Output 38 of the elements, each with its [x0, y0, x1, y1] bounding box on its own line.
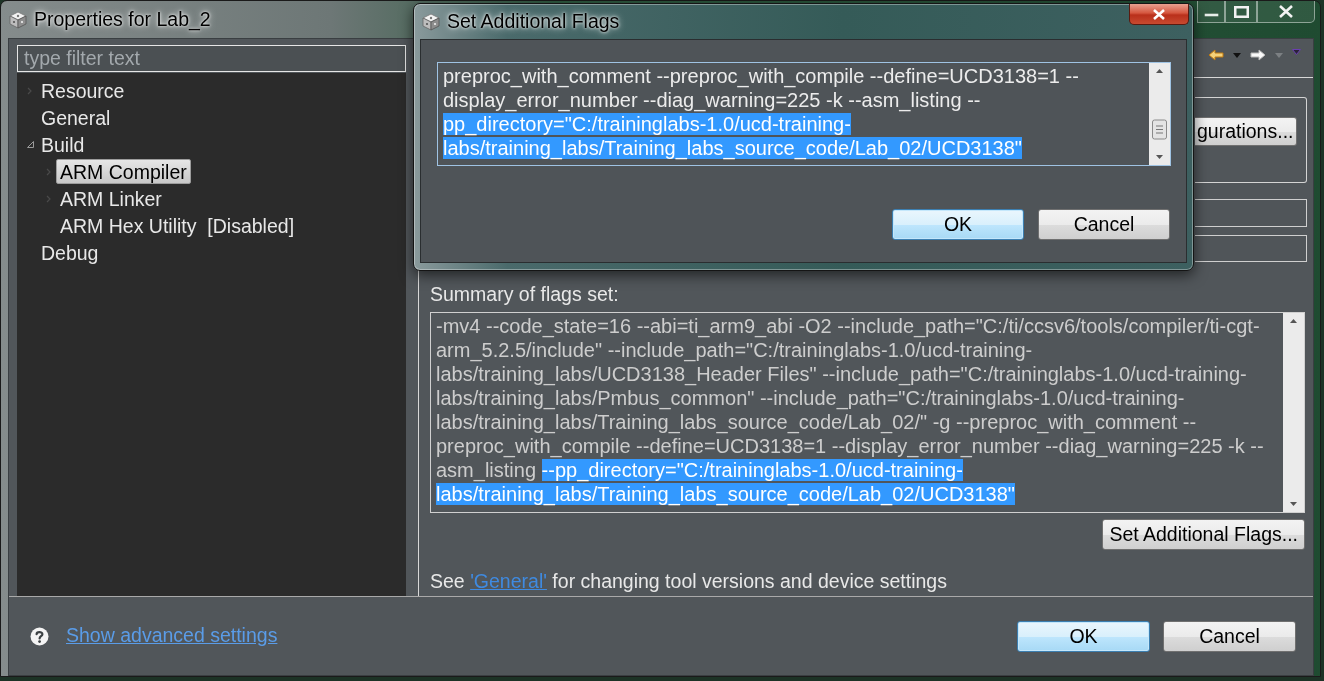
set-additional-flags-button[interactable]: Set Additional Flags... [1102, 518, 1305, 550]
tree-item[interactable]: General [37, 105, 115, 130]
close-icon [1153, 8, 1165, 20]
minimize-icon [1203, 13, 1219, 17]
tree-item[interactable]: Resource [37, 78, 129, 103]
help-icon[interactable] [30, 626, 49, 646]
close-icon [1279, 5, 1293, 18]
dialog-title: Set Additional Flags [447, 8, 620, 34]
input-field[interactable] [1195, 198, 1307, 227]
ok-button[interactable]: OK [892, 209, 1024, 240]
cancel-button[interactable]: Cancel [1163, 620, 1296, 652]
tree-item[interactable]: ARM Compiler [56, 159, 191, 184]
tree-item[interactable]: Build [37, 132, 89, 157]
cube-icon [9, 10, 27, 29]
close-button[interactable] [1129, 4, 1189, 25]
maximize-button[interactable] [1225, 1, 1257, 23]
ok-button[interactable]: OK [1017, 620, 1150, 652]
dropdown-caret-icon[interactable] [1233, 53, 1241, 58]
filter-field[interactable]: type filter text [17, 45, 406, 72]
minimize-button[interactable] [1197, 1, 1225, 23]
flags-input-field[interactable]: preproc_with_comment --preproc_with_compile --define=UCD3138=1 --display_error_number --diag_warning=225 -k --asm_listing -- pp_directory="C:/traininglabs-1.0/ucd-training-labs/training_labs/Training_labs_source_code/Lab_02/UCD3138" [437, 62, 1171, 166]
input-field[interactable] [1195, 234, 1307, 262]
tree-item[interactable]: ARM Linker [56, 186, 166, 211]
right-arrow-icon[interactable] [1250, 49, 1266, 61]
settings-note: See 'General' for changing tool versions and device settings [430, 568, 947, 594]
summary-label: Summary of flags set: [430, 282, 619, 305]
window-title: Properties for Lab_2 [34, 6, 211, 33]
maximize-icon [1233, 5, 1249, 18]
left-arrow-icon[interactable] [1208, 49, 1224, 61]
expanded-triangle-icon[interactable] [27, 141, 34, 148]
cube-icon [422, 12, 440, 31]
flags-summary-field[interactable]: -mv4 --code_state=16 --abi=ti_arm9_abi -O2 --include_path="C:/ti/ccsv6/tools/compiler/ti-cgt-arm_5.2.5/include" --include_path="C:/traininglabs-1.0/ucd-training-labs/training_labs/UCD3138_Header Files" --include_path="C:/traininglabs-1.0/ucd-training-labs/training_labs/Pmbus_common" --include_path="C:/traininglabs-1.0/ucd-training-labs/training_labs/Training_labs_source_code/Lab_02/" -g --preproc_with_comment --preproc_with_compile --define=UCD3138=1 --display_error_number --diag_warning=225 -k --asm_listing --pp_directory="C:/traininglabs-1.0/ucd-training-labs/training_labs/Training_labs_source_code/Lab_02/UCD3138" [430, 311, 1305, 513]
vertical-scrollbar[interactable] [1283, 312, 1304, 512]
tree-item[interactable]: ARM Hex Utility [Disabled] [56, 213, 299, 238]
configurations-button[interactable]: gurations... [1195, 116, 1297, 146]
tree-item[interactable]: Debug [37, 240, 103, 265]
vertical-scrollbar[interactable] [1149, 63, 1170, 165]
cancel-button[interactable]: Cancel [1038, 209, 1170, 240]
